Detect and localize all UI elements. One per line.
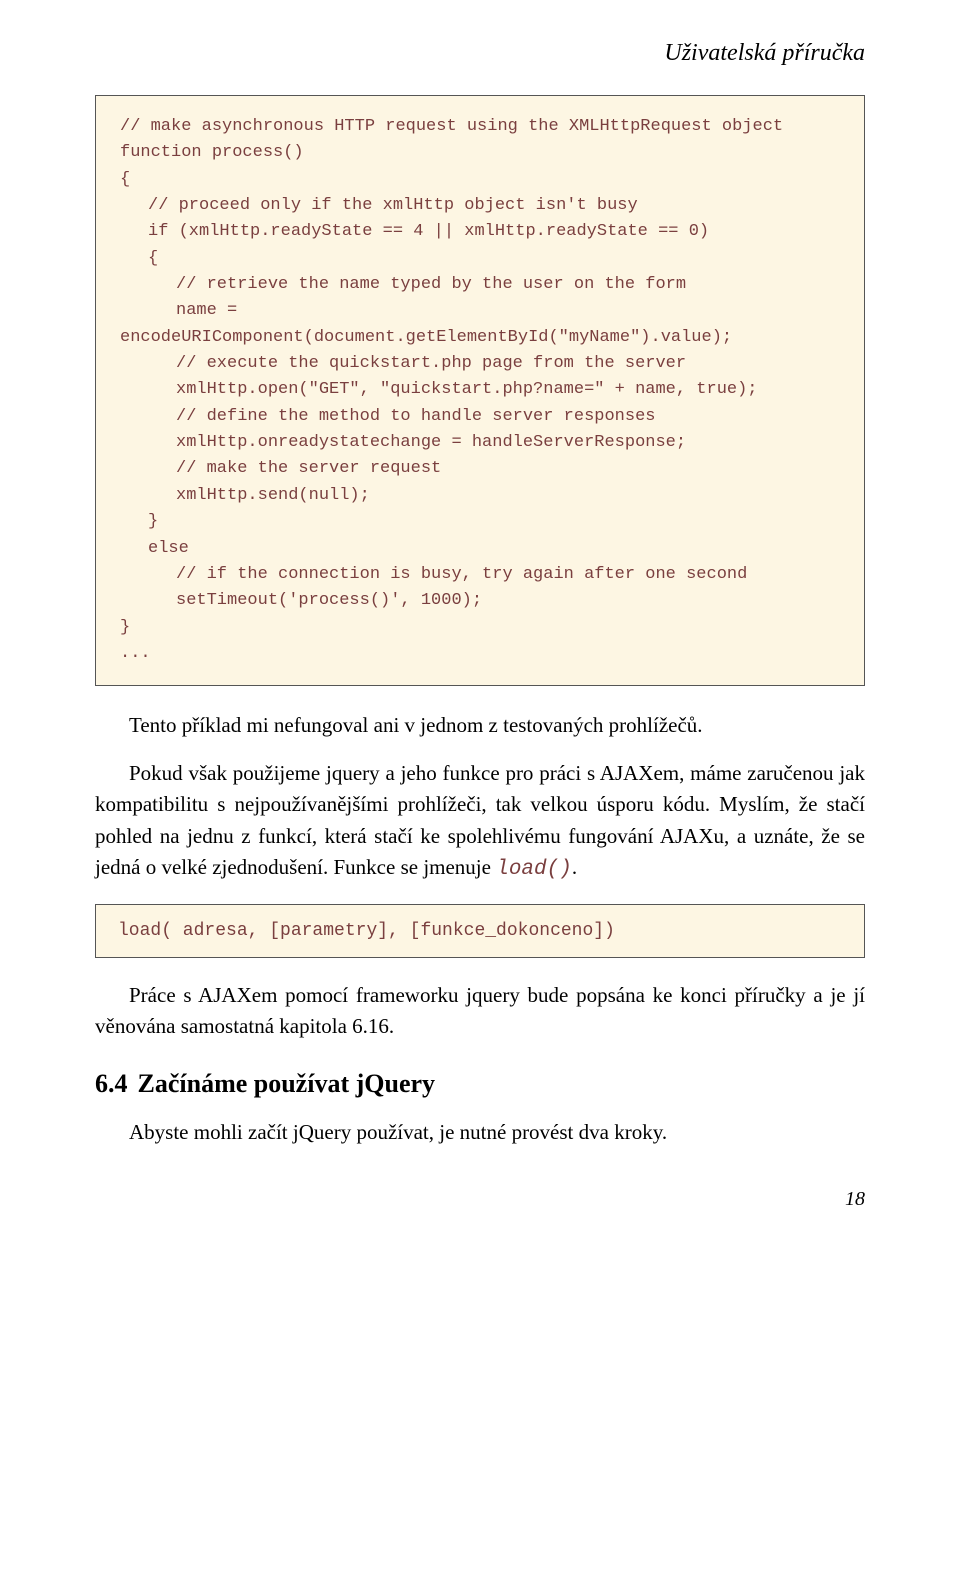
section-heading: 6.4 Začínáme používat jQuery (95, 1069, 865, 1099)
code-line: } (120, 615, 840, 641)
code-block-main: // make asynchronous HTTP request using … (95, 95, 865, 686)
code-line: ... (120, 641, 840, 667)
code-line: // make the server request (120, 456, 840, 482)
paragraph-text: Pokud však použijeme jquery a jeho funkc… (95, 761, 865, 880)
section-number: 6.4 (95, 1069, 128, 1098)
paragraph-text: . (572, 855, 577, 879)
code-line: // retrieve the name typed by the user o… (120, 272, 840, 298)
code-line: if (xmlHttp.readyState == 4 || xmlHttp.r… (120, 219, 840, 245)
code-line: // if the connection is busy, try again … (120, 562, 840, 588)
section-title: Začínáme používat jQuery (138, 1069, 436, 1098)
inline-code: load() (496, 858, 572, 881)
code-line: xmlHttp.open("GET", "quickstart.php?name… (120, 377, 840, 403)
paragraph: Práce s AJAXem pomocí frameworku jquery … (95, 980, 865, 1043)
code-line: name = (120, 298, 840, 324)
code-line: // proceed only if the xmlHttp object is… (120, 193, 840, 219)
code-line: } (120, 509, 840, 535)
code-block-load: load( adresa, [parametry], [funkce_dokon… (95, 904, 865, 958)
code-line: { (120, 246, 840, 272)
code-line: encodeURIComponent(document.getElementBy… (120, 325, 840, 351)
code-line: setTimeout('process()', 1000); (120, 588, 840, 614)
code-line: function process() (120, 140, 840, 166)
code-line: { (120, 167, 840, 193)
page-number: 18 (95, 1188, 865, 1211)
paragraph: Abyste mohli začít jQuery používat, je n… (95, 1117, 865, 1149)
paragraph: Tento příklad mi nefungoval ani v jednom… (95, 710, 865, 742)
code-line: xmlHttp.onreadystatechange = handleServe… (120, 430, 840, 456)
code-line: // make asynchronous HTTP request using … (120, 114, 840, 140)
page-header: Uživatelská příručka (95, 40, 865, 67)
code-line: else (120, 536, 840, 562)
code-line: // define the method to handle server re… (120, 404, 840, 430)
paragraph: Pokud však použijeme jquery a jeho funkc… (95, 758, 865, 886)
code-line: // execute the quickstart.php page from … (120, 351, 840, 377)
code-line: xmlHttp.send(null); (120, 483, 840, 509)
